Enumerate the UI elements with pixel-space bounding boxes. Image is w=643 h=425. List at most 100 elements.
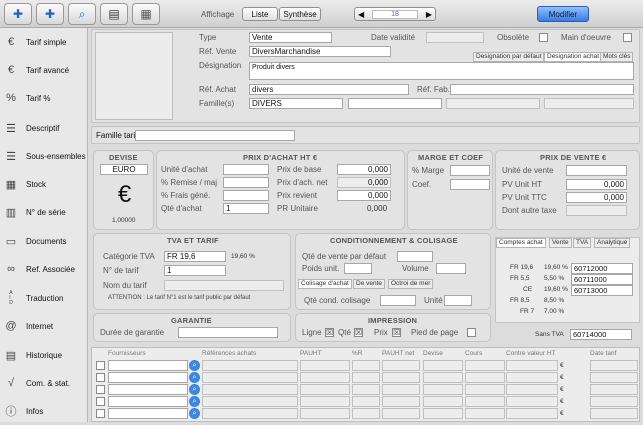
- coef-field[interactable]: [450, 179, 490, 190]
- table-cell[interactable]: [590, 384, 638, 395]
- tab-designation-purchase[interactable]: Designation achat: [544, 52, 603, 62]
- table-cell[interactable]: [506, 408, 558, 419]
- sidebar-item-com-stat[interactable]: √ Com. & stat.: [0, 369, 88, 397]
- table-cell[interactable]: [300, 372, 350, 383]
- family-field-2[interactable]: [348, 98, 442, 109]
- qty-pack-field[interactable]: [380, 295, 416, 306]
- cost-price-field[interactable]: 0,000: [337, 190, 391, 201]
- base-price-field[interactable]: 0,000: [337, 164, 391, 175]
- calculator-icon[interactable]: ▦: [132, 3, 160, 25]
- search-supplier-icon[interactable]: ⌕: [189, 384, 200, 395]
- table-cell[interactable]: [352, 396, 380, 407]
- summary-button[interactable]: Synthèse: [279, 7, 321, 21]
- purchase-qty-field[interactable]: 1: [223, 203, 269, 214]
- product-image[interactable]: [95, 32, 173, 120]
- sidebar-item-infos[interactable]: ⓘ Infos: [0, 397, 88, 425]
- supplier-field[interactable]: [108, 360, 188, 371]
- table-cell[interactable]: [352, 372, 380, 383]
- pv-ht-field[interactable]: 0,000: [566, 179, 627, 190]
- table-cell[interactable]: [423, 384, 463, 395]
- record-number[interactable]: 18: [372, 9, 418, 19]
- list-button[interactable]: Liste: [242, 7, 278, 21]
- purchase-unit-field[interactable]: [223, 164, 269, 175]
- tarif-number-field[interactable]: 1: [164, 265, 226, 276]
- sidebar-item-historique[interactable]: ▤ Historique: [0, 341, 88, 369]
- record-navigator[interactable]: ◀ 18 ▶: [354, 7, 436, 21]
- tab-accounts-purchase[interactable]: Comptes achat: [496, 238, 546, 248]
- currency-field[interactable]: EURO: [100, 164, 148, 175]
- sidebar-item-tarif-percent[interactable]: % Tarif %: [0, 84, 88, 112]
- supplier-field[interactable]: [108, 408, 188, 419]
- tab-designation-default[interactable]: Designation par défaut: [473, 52, 545, 62]
- table-cell[interactable]: [465, 408, 505, 419]
- table-cell[interactable]: [506, 384, 558, 395]
- table-cell[interactable]: [202, 408, 298, 419]
- table-cell[interactable]: [352, 384, 380, 395]
- pv-ttc-field[interactable]: 0,000: [566, 192, 627, 203]
- table-cell[interactable]: [300, 360, 350, 371]
- table-cell[interactable]: [465, 396, 505, 407]
- account-field[interactable]: 60713000: [571, 285, 633, 296]
- table-cell[interactable]: [300, 396, 350, 407]
- unit-weight-field[interactable]: [344, 263, 372, 274]
- row-checkbox[interactable]: [96, 397, 105, 406]
- sidebar-item-documents[interactable]: ▭ Documents: [0, 227, 88, 255]
- table-cell[interactable]: [423, 372, 463, 383]
- sidebar-item-internet[interactable]: @ Internet: [0, 312, 88, 340]
- family-tarif-field[interactable]: [135, 130, 295, 141]
- tab-packaging-purchase[interactable]: Colisage d'achat: [298, 279, 352, 289]
- no-vat-account-field[interactable]: 60714000: [570, 329, 632, 340]
- labour-checkbox[interactable]: [623, 33, 632, 42]
- tab-accounts-analytic[interactable]: Analytique: [594, 238, 631, 248]
- type-select[interactable]: Vente: [249, 32, 332, 43]
- table-cell[interactable]: [590, 372, 638, 383]
- previous-arrow-icon[interactable]: ◀: [358, 10, 364, 19]
- print-footer-checkbox[interactable]: [467, 328, 476, 337]
- table-cell[interactable]: [506, 360, 558, 371]
- margin-field[interactable]: [450, 165, 490, 176]
- search-supplier-icon[interactable]: ⌕: [189, 396, 200, 407]
- qty-default-field[interactable]: [397, 251, 433, 262]
- print-line-checkbox[interactable]: ☒: [325, 328, 334, 337]
- row-checkbox[interactable]: [96, 385, 105, 394]
- account-field[interactable]: 60712000: [571, 263, 633, 274]
- supplier-field[interactable]: [108, 396, 188, 407]
- table-cell[interactable]: [465, 360, 505, 371]
- designation-field[interactable]: Produit divers: [249, 62, 634, 80]
- print-price-checkbox[interactable]: ☒: [392, 328, 401, 337]
- supplier-field[interactable]: [108, 372, 188, 383]
- table-cell[interactable]: [300, 408, 350, 419]
- supplier-field[interactable]: [108, 384, 188, 395]
- table-cell[interactable]: [506, 372, 558, 383]
- print-qty-checkbox[interactable]: ☒: [354, 328, 363, 337]
- pack-unit-field[interactable]: [444, 295, 472, 306]
- family-field-4[interactable]: [544, 98, 634, 109]
- table-cell[interactable]: [202, 372, 298, 383]
- sidebar-item-tarif-simple[interactable]: € Tarif simple: [0, 28, 88, 56]
- table-cell[interactable]: [465, 372, 505, 383]
- ref-sale-field[interactable]: DiversMarchandise: [249, 46, 391, 57]
- sidebar-item-tarif-avance[interactable]: € Tarif avancé: [0, 56, 88, 84]
- volume-field[interactable]: [436, 263, 466, 274]
- table-cell[interactable]: [202, 360, 298, 371]
- table-cell[interactable]: [382, 408, 420, 419]
- sidebar-item-serie[interactable]: ▥ N° de série: [0, 198, 88, 226]
- table-cell[interactable]: [382, 396, 420, 407]
- sidebar-item-sous-ensembles[interactable]: ☰ Sous-ensembles: [0, 142, 88, 170]
- obsolete-checkbox[interactable]: [539, 33, 548, 42]
- search-icon[interactable]: ⌕: [68, 3, 96, 25]
- tab-keywords[interactable]: Mots clés: [600, 52, 634, 62]
- family-field-1[interactable]: DIVERS: [249, 98, 343, 109]
- table-cell[interactable]: [352, 360, 380, 371]
- table-cell[interactable]: [352, 408, 380, 419]
- sidebar-item-stock[interactable]: ▦ Stock: [0, 170, 88, 198]
- sidebar-item-descriptif[interactable]: ☰ Descriptif: [0, 114, 88, 142]
- tab-packaging-octroi[interactable]: Octroi de mer: [388, 279, 434, 289]
- tab-packaging-sale[interactable]: De vente: [353, 279, 386, 289]
- table-cell[interactable]: [202, 384, 298, 395]
- sidebar-item-traduction[interactable]: A I D Traduction: [0, 284, 88, 312]
- row-checkbox[interactable]: [96, 409, 105, 418]
- table-cell[interactable]: [382, 360, 420, 371]
- family-field-3[interactable]: [446, 98, 540, 109]
- table-cell[interactable]: [202, 396, 298, 407]
